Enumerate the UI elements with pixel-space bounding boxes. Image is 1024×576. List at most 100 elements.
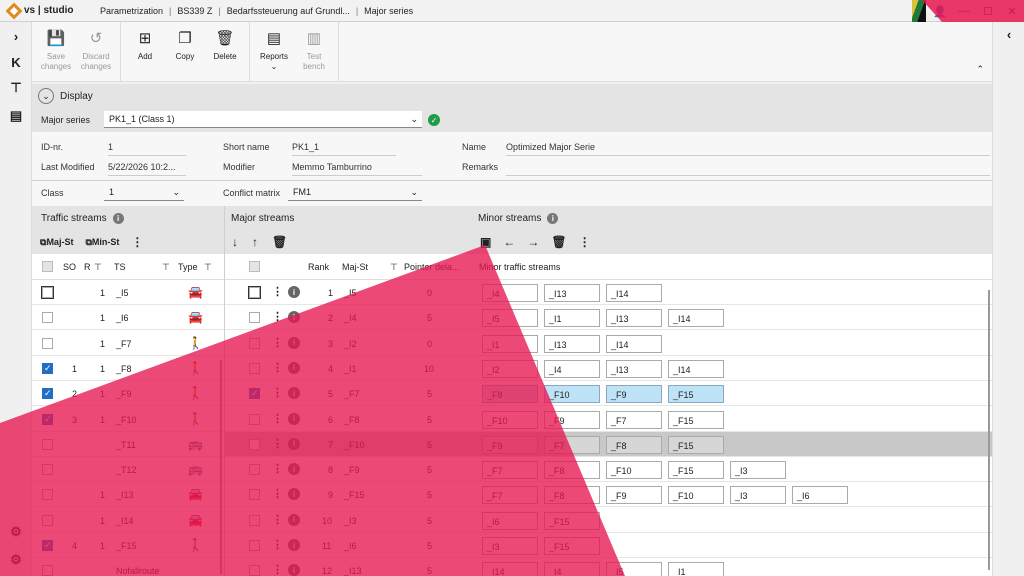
row-checkbox[interactable] [42, 337, 53, 349]
row-checkbox[interactable] [42, 540, 53, 551]
arrow-right-icon[interactable]: → [527, 235, 539, 249]
row-menu-icon[interactable]: ⋮ [272, 437, 283, 450]
row-menu-icon[interactable]: ⋮ [272, 563, 283, 576]
info-icon[interactable]: i [288, 564, 300, 576]
minor-stream-chip[interactable]: _F9 [606, 385, 662, 404]
minor-stream-chip[interactable]: _F9 [482, 435, 538, 454]
table-row[interactable]: ⋮ i 8 _F9 5 _F7 _F8 _F10 _F15 _I3 [224, 457, 992, 483]
save-changes-button[interactable]: 💾 Save changes [36, 22, 76, 81]
discard-changes-button[interactable]: ↺ Discard changes [76, 22, 116, 81]
minor-stream-chip[interactable]: _F8 [544, 486, 600, 505]
remarks-field[interactable] [506, 162, 990, 176]
user-icon[interactable]: 👤 [928, 0, 952, 22]
select-all-checkbox[interactable] [42, 261, 53, 272]
table-row[interactable]: ⋮ i 12 _I13 5 _I14 _I4 _I5 _I1 [224, 558, 992, 576]
table-row[interactable]: Nofallroute [32, 558, 224, 576]
row-checkbox[interactable] [249, 514, 260, 526]
delete-button[interactable]: 🗑 Delete [205, 22, 245, 81]
arrow-down-icon[interactable]: ↓ [232, 235, 238, 249]
breadcrumb-item[interactable]: Bedarfssteuerung auf Grundl... [227, 6, 350, 16]
filter-icon[interactable]: ⊤ [162, 262, 170, 273]
row-checkbox[interactable] [249, 438, 260, 450]
minor-stream-chip[interactable]: _F15 [668, 461, 724, 480]
row-menu-icon[interactable]: ⋮ [272, 538, 283, 551]
minor-stream-chip[interactable]: _F7 [606, 410, 662, 429]
reports-button[interactable]: ▤ Reports ⌄ [254, 22, 294, 81]
row-checkbox[interactable] [249, 413, 260, 425]
row-checkbox[interactable] [249, 464, 260, 476]
minor-stream-chip[interactable]: _F7 [482, 486, 538, 505]
row-menu-icon[interactable]: ⋮ [272, 386, 283, 399]
minor-stream-chip[interactable]: _I1 [482, 334, 538, 353]
minor-stream-chip[interactable]: _I4 [544, 562, 600, 576]
minor-stream-chip[interactable]: _F15 [544, 511, 600, 530]
table-row[interactable]: 3 1 _F10 🚶 [32, 407, 224, 432]
minor-stream-chip[interactable]: _I14 [606, 334, 662, 353]
table-row[interactable]: 4 1 _F15 🚶 [32, 533, 224, 558]
minor-stream-chip[interactable]: _I6 [792, 486, 848, 505]
test-bench-button[interactable]: ▥ Test bench [294, 22, 334, 81]
row-checkbox[interactable] [249, 540, 260, 551]
minor-stream-chip[interactable]: _F15 [668, 410, 724, 429]
minor-stream-chip[interactable]: _F9 [606, 486, 662, 505]
table-row[interactable]: 1 _F7 🚶 [32, 331, 224, 356]
row-checkbox[interactable] [249, 312, 260, 324]
major-series-select[interactable]: PK1_1 (Class 1) ⌄ [104, 111, 422, 128]
row-checkbox[interactable] [249, 362, 260, 374]
breadcrumb-item[interactable]: BS339 Z [177, 6, 212, 16]
minor-stream-chip[interactable]: _I5 [606, 562, 662, 576]
info-icon[interactable]: i [288, 311, 300, 324]
min-st-button[interactable]: ⧉Min-St [85, 237, 119, 248]
row-checkbox[interactable] [41, 286, 54, 299]
minor-stream-chip[interactable]: _I14 [668, 359, 724, 378]
minor-stream-chip[interactable]: _I13 [606, 359, 662, 378]
row-menu-icon[interactable]: ⋮ [272, 336, 283, 349]
info-icon[interactable]: i [288, 387, 300, 400]
minor-stream-chip[interactable]: _F7 [482, 461, 538, 480]
info-icon[interactable]: i [288, 286, 300, 298]
table-row[interactable]: ⋮ i 10 _I3 5 _I6 _F15 [224, 508, 992, 533]
hierarchy-icon[interactable]: ⊤ [8, 80, 24, 96]
table-row[interactable]: ⋮ i 5 _F7 5 _F8 _F10 _F9 _F15 [224, 381, 992, 407]
table-row[interactable]: ⋮ i 3 _I2 0 _I1 _I13 _I14 [224, 331, 992, 356]
minor-stream-chip[interactable]: _F10 [482, 410, 538, 429]
row-checkbox[interactable] [249, 388, 260, 400]
info-icon[interactable]: i [288, 463, 300, 476]
minor-stream-chip[interactable]: _I3 [482, 537, 538, 555]
info-icon[interactable]: i [112, 212, 124, 224]
table-row[interactable]: ⋮ i 9 _F15 5 _F7 _F8 _F9 _F10 _I3 _I6 [224, 482, 992, 508]
traffic-streams-scrollbar[interactable] [220, 360, 222, 574]
collapse-chevron-icon[interactable]: ‹ [1001, 26, 1017, 42]
arrow-up-icon[interactable]: ↑ [252, 235, 258, 249]
filter-icon[interactable]: ⊤ [94, 262, 102, 273]
table-row[interactable]: 1 _I5 🚘 [32, 280, 224, 305]
minor-stream-chip[interactable]: _I14 [606, 284, 662, 302]
testbench-nav-icon[interactable]: ▤ [8, 108, 24, 124]
info-icon[interactable]: i [288, 539, 300, 551]
row-menu-icon[interactable]: ⋮ [272, 310, 283, 323]
minor-stream-chip[interactable]: _I3 [730, 461, 786, 480]
row-menu-icon[interactable]: ⋮ [272, 513, 283, 526]
short-name-field[interactable]: PK1_1 [292, 142, 396, 156]
settings-icon[interactable]: ⚙ [8, 524, 24, 540]
select-all-checkbox[interactable] [249, 261, 260, 272]
minor-stream-chip[interactable]: _I13 [544, 284, 600, 302]
row-menu-icon[interactable]: ⋮ [272, 285, 283, 298]
row-checkbox[interactable] [42, 489, 53, 501]
row-menu-icon[interactable]: ⋮ [272, 462, 283, 475]
filter-icon[interactable]: ⊤ [390, 262, 398, 273]
maximize-button[interactable]: ☐ [976, 0, 1000, 22]
minor-stream-chip[interactable]: _I6 [482, 511, 538, 530]
table-row[interactable]: 1 _I14 🚘 [32, 508, 224, 533]
minor-stream-chip[interactable]: _F15 [544, 537, 600, 555]
maj-st-button[interactable]: ⧉Maj-St [40, 237, 73, 248]
minor-stream-chip[interactable]: _I4 [544, 359, 600, 378]
name-field[interactable]: Optimized Major Serie [506, 142, 990, 156]
expand-chevron-icon[interactable]: › [8, 28, 24, 44]
info-icon[interactable]: i [288, 412, 300, 425]
more-options-icon[interactable]: ⋮ [131, 235, 143, 249]
table-row[interactable]: 1 _I6 🚘 [32, 305, 224, 331]
minor-stream-chip[interactable]: _F8 [544, 461, 600, 480]
info-icon[interactable]: i [547, 212, 559, 224]
row-checkbox[interactable] [249, 565, 260, 576]
